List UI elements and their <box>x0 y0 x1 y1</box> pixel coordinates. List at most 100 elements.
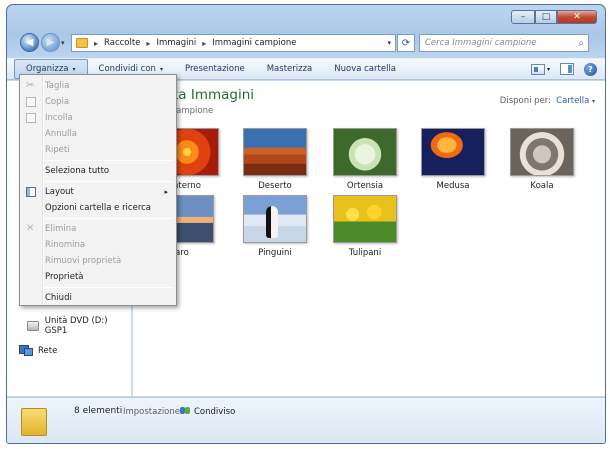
address-bar[interactable]: ▸ Raccolte ▸ Immagini ▸ Immagini campion… <box>71 34 396 52</box>
menu-item-remove-properties[interactable]: Rimuovi proprietà <box>20 253 176 269</box>
image-thumbnail <box>333 195 397 243</box>
chevron-down-icon: ▾ <box>72 65 76 73</box>
recent-pages-dropdown[interactable]: ▾ <box>61 39 65 47</box>
file-item-deserto[interactable]: Deserto <box>230 128 320 191</box>
chevron-down-icon: ▾ <box>591 98 595 105</box>
nav-item-dvd-drive[interactable]: Unità DVD (D:) GSP1 <box>27 316 131 336</box>
arrange-by-dropdown[interactable]: Cartella ▾ <box>556 96 595 106</box>
new-folder-button[interactable]: Nuova cartella <box>323 59 407 79</box>
menu-item-label: Rinomina <box>45 240 86 250</box>
image-thumbnail <box>510 128 574 176</box>
image-thumbnail <box>243 195 307 243</box>
file-name: Pinguini <box>258 248 292 258</box>
menu-item-label: Elimina <box>45 224 77 234</box>
organize-label: Organizza <box>26 64 69 74</box>
nav-item-label: Unità DVD (D:) GSP1 <box>44 316 108 336</box>
share-with-label: Condividi con <box>98 64 156 74</box>
layout-icon <box>26 187 36 197</box>
dvd-drive-icon <box>27 321 39 331</box>
maximize-button[interactable]: □ <box>535 10 557 24</box>
command-bar-right: ▾ ? <box>530 62 605 76</box>
folder-icon <box>76 38 88 48</box>
menu-item-properties[interactable]: Proprietà <box>20 269 176 285</box>
burn-button[interactable]: Masterizza <box>256 59 324 79</box>
search-placeholder: Cerca Immagini campione <box>425 38 537 48</box>
menu-item-label: Ripeti <box>45 145 70 155</box>
network-icon <box>19 345 33 356</box>
forward-arrow-icon: ▶ <box>46 37 55 48</box>
menu-item-rename[interactable]: Rinomina <box>20 237 176 253</box>
menu-item-label: Opzioni cartella e ricerca <box>45 203 152 213</box>
forward-button[interactable]: ▶ <box>41 33 60 52</box>
help-icon[interactable]: ? <box>584 62 597 76</box>
breadcrumb-immagini[interactable]: Immagini <box>156 38 196 48</box>
file-item-ortensia[interactable]: Ortensia <box>320 128 410 191</box>
details-pane: 8 elementi Impostazione: Condiviso <box>7 397 605 443</box>
scissors-icon: ✂ <box>26 80 35 91</box>
address-dropdown-icon[interactable]: ▾ <box>387 39 391 47</box>
menu-item-label: Taglia <box>45 81 70 91</box>
menu-item-label: Chiudi <box>45 293 72 303</box>
view-icon <box>530 63 545 75</box>
back-arrow-icon: ◀ <box>25 37 34 48</box>
image-thumbnail <box>243 128 307 176</box>
image-thumbnail <box>421 128 485 176</box>
item-count: 8 elementi <box>74 406 123 416</box>
file-name: Medusa <box>436 181 470 191</box>
menu-item-redo[interactable]: Ripeti <box>20 142 176 158</box>
file-name: Deserto <box>258 181 292 191</box>
menu-item-layout[interactable]: Layout ▸ <box>20 184 176 200</box>
file-item-koala[interactable]: Koala <box>497 128 587 191</box>
menu-item-label: Copia <box>45 97 70 107</box>
file-item-tulipani[interactable]: Tulipani <box>320 195 410 258</box>
slideshow-button[interactable]: Presentazione <box>174 59 256 79</box>
breadcrumb-raccolte[interactable]: Raccolte <box>104 38 140 48</box>
menu-item-close[interactable]: Chiudi <box>20 290 176 306</box>
delete-icon: ✕ <box>26 223 35 234</box>
chevron-down-icon: ▾ <box>159 65 163 73</box>
breadcrumb-separator-icon[interactable]: ▸ <box>94 39 98 48</box>
breadcrumb-separator-icon[interactable]: ▸ <box>146 39 150 48</box>
menu-item-label: Seleziona tutto <box>45 166 110 176</box>
preview-pane-icon[interactable] <box>560 63 574 75</box>
back-button[interactable]: ◀ <box>20 33 39 52</box>
refresh-icon: ⟳ <box>401 37 411 49</box>
refresh-button[interactable]: ⟳ <box>397 34 415 52</box>
file-item-pinguini[interactable]: Pinguini <box>230 195 320 258</box>
arrange-by-label: Disponi per: <box>499 96 551 106</box>
sharing-value: Condiviso <box>194 407 236 417</box>
image-thumbnail <box>333 128 397 176</box>
file-name: Tulipani <box>348 248 382 258</box>
paste-icon <box>26 113 36 123</box>
arrange-by-value: Cartella <box>556 96 590 106</box>
file-item-medusa[interactable]: Medusa <box>408 128 498 191</box>
file-list: olta Immagini ni campione Disponi per: C… <box>133 81 605 396</box>
menu-separator <box>45 218 173 219</box>
menu-item-cut[interactable]: ✂ Taglia <box>20 78 176 94</box>
breadcrumb-immagini-campione[interactable]: Immagini campione <box>212 38 296 48</box>
menu-item-label: Layout <box>45 187 74 197</box>
change-view-button[interactable]: ▾ <box>530 63 550 75</box>
file-name: Koala <box>530 181 554 191</box>
menu-item-label: Proprietà <box>45 272 84 282</box>
search-icon[interactable]: ⌕ <box>578 38 584 49</box>
search-input[interactable]: Cerca Immagini campione ⌕ <box>419 34 589 52</box>
close-button[interactable]: ✕ <box>557 10 597 24</box>
menu-item-copy[interactable]: Copia <box>20 94 176 110</box>
nav-item-label: Rete <box>38 345 58 356</box>
menu-item-label: Incolla <box>45 113 73 123</box>
organize-menu: ✂ Taglia Copia Incolla Annulla Ripeti Se… <box>19 74 177 306</box>
menu-item-paste[interactable]: Incolla <box>20 110 176 126</box>
menu-separator <box>45 181 173 182</box>
menu-item-select-all[interactable]: Seleziona tutto <box>20 163 176 179</box>
shared-users-icon <box>180 405 191 416</box>
caption-buttons: – □ ✕ <box>511 10 597 24</box>
menu-item-label: Annulla <box>45 129 77 139</box>
nav-item-network[interactable]: Rete <box>19 345 57 356</box>
minimize-button[interactable]: – <box>511 10 535 24</box>
menu-item-folder-options[interactable]: Opzioni cartella e ricerca <box>20 200 176 216</box>
menu-item-delete[interactable]: ✕ Elimina <box>20 221 176 237</box>
sharing-label: Impostazione: <box>123 407 183 417</box>
breadcrumb-separator-icon[interactable]: ▸ <box>202 39 206 48</box>
menu-item-undo[interactable]: Annulla <box>20 126 176 142</box>
